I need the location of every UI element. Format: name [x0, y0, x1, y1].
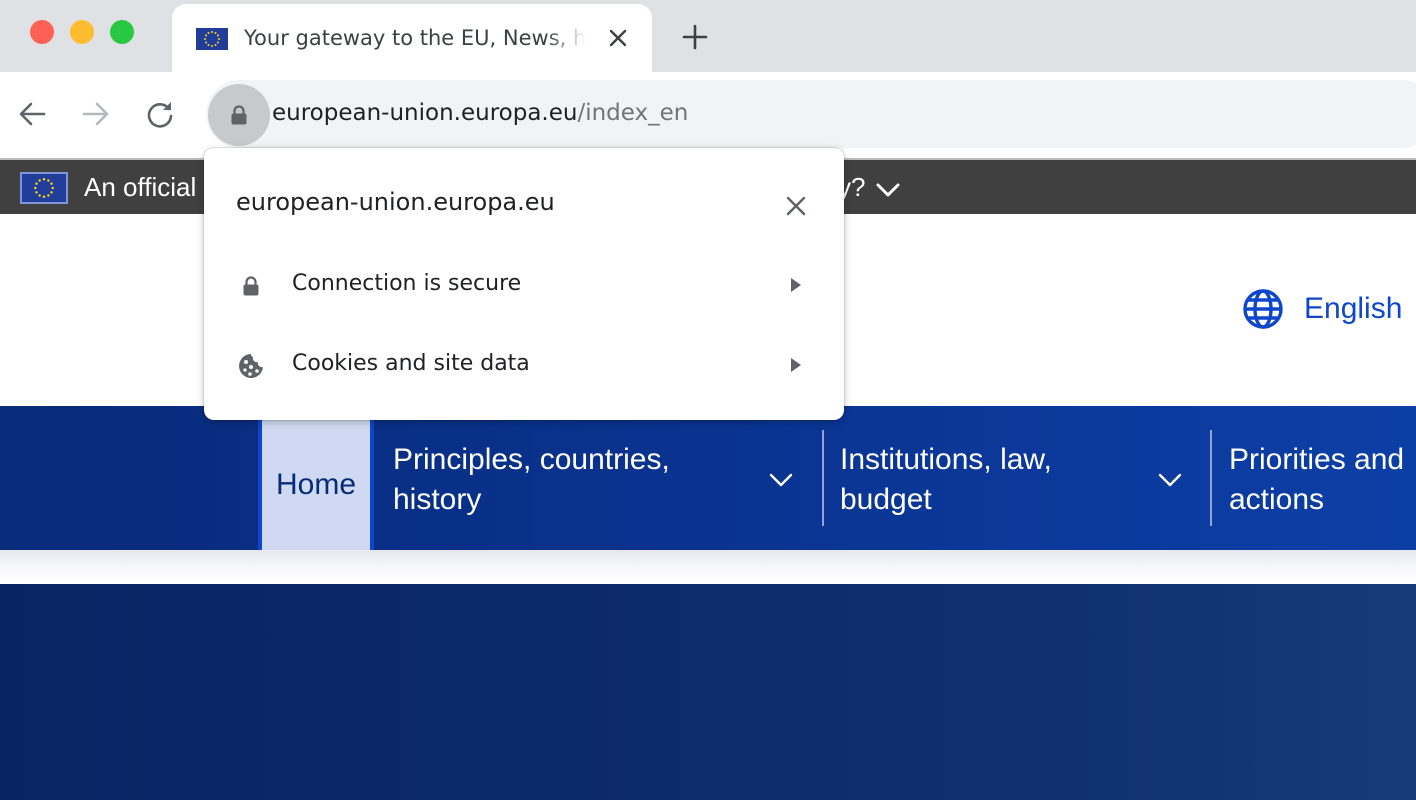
nav-item-label: Institutions, law, budget: [840, 443, 1052, 516]
reload-icon: [147, 102, 173, 128]
browser-toolbar: european-union.europa.eu/index_en: [0, 72, 1416, 156]
language-selector[interactable]: English: [1242, 288, 1402, 330]
plus-icon: [682, 24, 708, 50]
url-domain: european-union.europa.eu: [272, 100, 578, 126]
nav-item-home[interactable]: Home: [258, 420, 374, 550]
popup-close-button[interactable]: [782, 192, 810, 220]
nav-bottom-strip: [0, 550, 1416, 584]
site-info-popup: european-union.europa.eu Connection is s…: [204, 148, 844, 420]
eu-flag-icon: [196, 28, 228, 50]
reload-button[interactable]: [142, 96, 178, 132]
window-zoom-button[interactable]: [110, 20, 134, 44]
hero-banner: [0, 584, 1416, 800]
cookies-site-data-row[interactable]: Cookies and site data: [204, 331, 844, 399]
tab-title: Your gateway to the EU, News, highlights: [244, 26, 586, 50]
caret-right-icon: [791, 278, 801, 292]
close-icon: [786, 196, 806, 216]
browser-tab[interactable]: Your gateway to the EU, News, highlights: [172, 4, 652, 72]
nav-divider: [822, 430, 824, 526]
chevron-down-icon: [769, 473, 793, 487]
tab-strip: Your gateway to the EU, News, highlights: [0, 0, 1416, 72]
chevron-down-icon[interactable]: [874, 178, 902, 202]
nav-divider: [1210, 430, 1212, 526]
globe-icon: [1243, 289, 1283, 329]
nav-item-label: Principles, countries, history: [393, 443, 670, 516]
chevron-down-icon: [1158, 473, 1182, 487]
nav-item-institutions[interactable]: Institutions, law, budget: [840, 430, 1210, 530]
arrow-right-icon: [82, 102, 109, 126]
window-close-button[interactable]: [30, 20, 54, 44]
eu-flag-icon: [20, 172, 68, 204]
official-site-text: An official: [84, 172, 197, 202]
arrow-left-icon: [19, 102, 46, 126]
new-tab-button[interactable]: [680, 22, 710, 52]
address-bar[interactable]: european-union.europa.eu/index_en: [206, 80, 1416, 148]
row-label: Cookies and site data: [292, 351, 530, 376]
site-info-button[interactable]: [208, 84, 270, 146]
cookie-icon: [236, 351, 266, 381]
forward-button[interactable]: [78, 96, 114, 132]
nav-item-label: Priorities and actions: [1229, 443, 1405, 516]
row-label: Connection is secure: [292, 271, 522, 296]
connection-secure-row[interactable]: Connection is secure: [204, 251, 844, 319]
back-button[interactable]: [14, 96, 50, 132]
window-minimize-button[interactable]: [70, 20, 94, 44]
popup-site-title: european-union.europa.eu: [236, 188, 555, 216]
close-icon: [609, 29, 627, 47]
tab-close-button[interactable]: [606, 26, 630, 50]
lock-icon: [236, 271, 266, 301]
nav-item-principles[interactable]: Principles, countries, history: [393, 430, 821, 530]
url-path: /index_en: [577, 100, 689, 126]
lock-icon: [231, 105, 247, 125]
main-navigation: Home Principles, countries, history Inst…: [0, 406, 1416, 550]
url-text[interactable]: european-union.europa.eu/index_en: [272, 100, 688, 126]
nav-item-priorities[interactable]: Priorities and actions: [1229, 430, 1416, 530]
caret-right-icon: [791, 358, 801, 372]
language-label: English: [1304, 292, 1403, 325]
